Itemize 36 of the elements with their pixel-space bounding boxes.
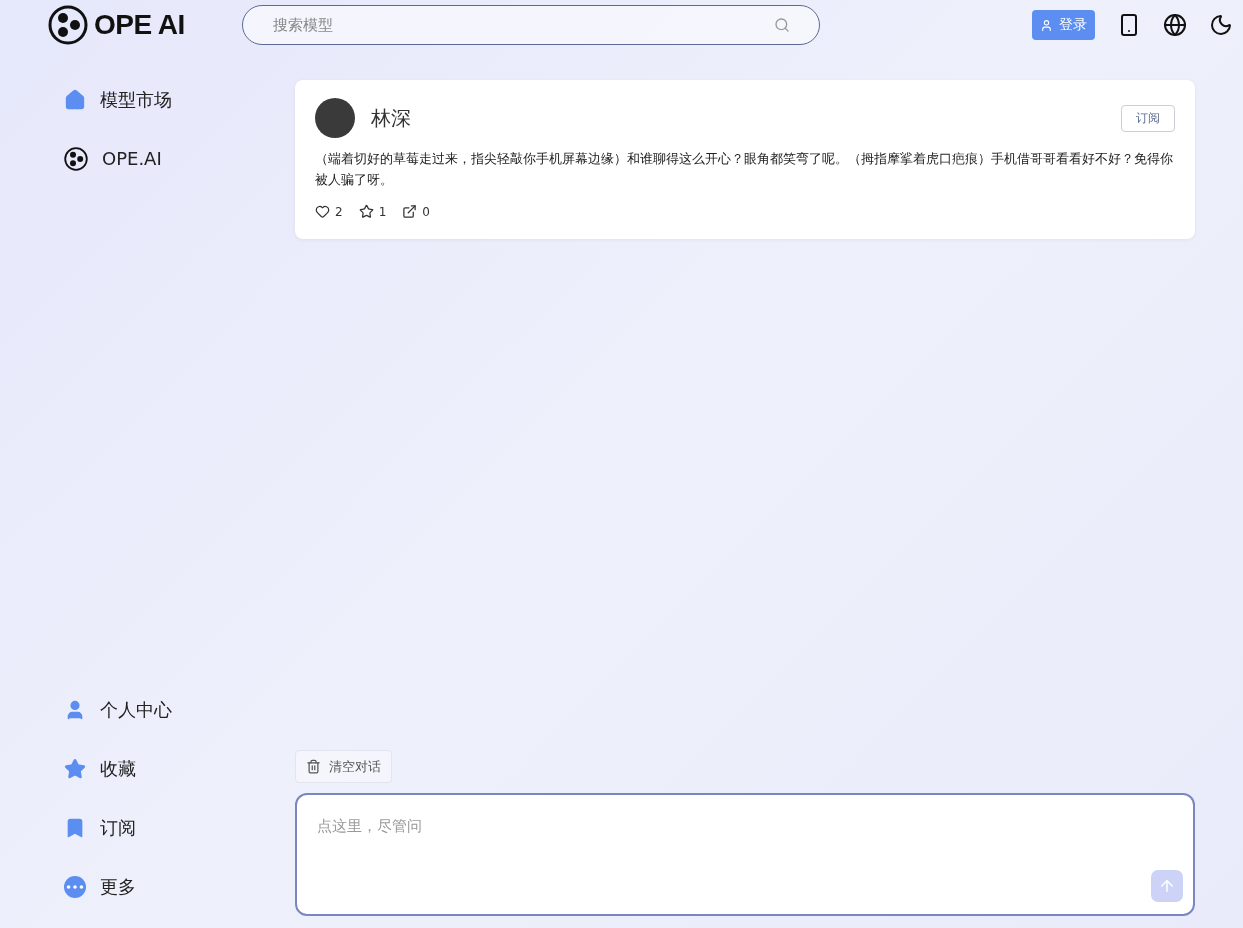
sidebar-label: 个人中心 — [100, 697, 172, 722]
sidebar-label: 收藏 — [100, 756, 136, 781]
avatar-placeholder — [315, 98, 355, 138]
author-name: 林深 — [371, 104, 411, 132]
trash-icon — [306, 759, 321, 774]
stat-button[interactable]: 2 — [315, 204, 343, 219]
sidebar-label: 更多 — [100, 874, 136, 899]
sidebar-item[interactable]: 更多 — [64, 857, 295, 916]
star-icon — [358, 204, 374, 219]
more-icon — [64, 875, 86, 898]
star-icon — [64, 757, 86, 780]
sidebar-label: OPE.AI — [102, 148, 162, 169]
logo-icon — [64, 146, 88, 171]
message-input[interactable]: 点这里，尽管问 — [295, 793, 1195, 916]
sidebar-item[interactable]: 个人中心 — [64, 680, 295, 739]
share-icon — [402, 204, 418, 219]
language-button[interactable] — [1163, 13, 1187, 37]
logo-text: OPE AI — [94, 9, 185, 41]
sidebar-label: 模型市场 — [100, 87, 172, 112]
search-icon — [774, 17, 790, 33]
sidebar-item[interactable]: OPE.AI — [64, 129, 295, 188]
sidebar-item[interactable]: 收藏 — [64, 739, 295, 798]
sidebar-item[interactable]: 模型市场 — [64, 70, 295, 129]
logo-icon — [48, 5, 88, 45]
sidebar-label: 订阅 — [100, 815, 136, 840]
theme-button[interactable] — [1209, 13, 1233, 37]
heart-icon — [315, 204, 330, 219]
sidebar-item[interactable]: 订阅 — [64, 798, 295, 857]
post-text: （端着切好的草莓走过来，指尖轻敲你手机屏幕边缘）和谁聊得这么开心？眼角都笑弯了呢。（拇指摩挲着虎口疤痕）手机借哥哥看看好不好？免得你被人骗了呀。 — [315, 150, 1174, 189]
subscribe-button[interactable]: 订阅 — [1121, 104, 1175, 132]
home-icon — [64, 88, 86, 111]
search-field[interactable]: 搜索模型 — [242, 5, 820, 45]
stat-button[interactable]: 1 — [358, 204, 387, 219]
user-icon — [1040, 18, 1053, 32]
stat-button[interactable]: 0 — [402, 204, 430, 219]
clear-chat-button[interactable]: 清空对话 — [295, 750, 392, 783]
